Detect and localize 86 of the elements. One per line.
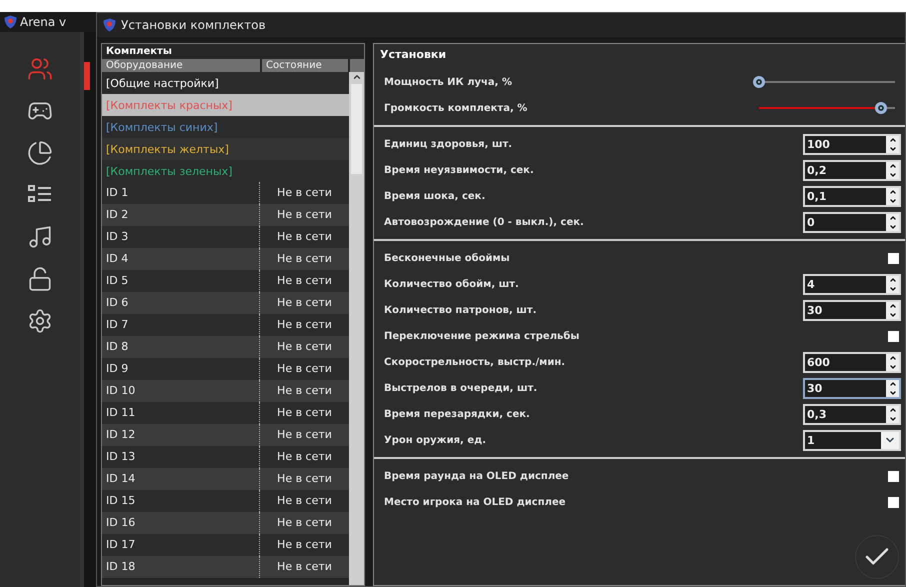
group-label: [Комплекты красных] — [106, 98, 232, 112]
table-cell-text: Не в сети — [276, 449, 333, 465]
setting-label: Бесконечные обоймы — [384, 252, 510, 264]
chevron-down-icon[interactable] — [881, 432, 899, 448]
spin-arrows-icon[interactable] — [886, 302, 899, 318]
unlocked-padlock-icon — [27, 266, 53, 292]
spin-box[interactable]: 30 — [803, 378, 901, 398]
accent-bar — [84, 62, 90, 90]
spin-box[interactable]: 0,3 — [803, 404, 901, 424]
music-icon — [27, 224, 53, 250]
group-label: [Комплекты синих] — [106, 120, 218, 134]
table-cell-text: Не в сети — [276, 427, 333, 443]
setting-label: Количество обойм, шт. — [384, 278, 519, 290]
slider-thumb[interactable] — [875, 102, 888, 114]
setting-label: Время перезарядки, сек. — [384, 408, 530, 420]
spin-arrows-icon[interactable] — [886, 162, 899, 178]
table-cell-text: Не в сети — [276, 251, 333, 267]
table-cell-text: Не в сети — [276, 361, 333, 377]
setting-label: Время неуязвимости, сек. — [384, 164, 534, 176]
setting-label: Громкость комплекта, % — [384, 102, 528, 114]
spin-box[interactable]: 30 — [803, 300, 901, 320]
table-cell-text: Не в сети — [276, 471, 333, 487]
table-cell-text: Не в сети — [276, 317, 333, 333]
table-cell-text: Не в сети — [276, 185, 333, 201]
spin-box[interactable]: 600 — [803, 352, 901, 372]
checkbox[interactable] — [888, 252, 899, 264]
scroll-up-icon[interactable] — [352, 72, 362, 82]
column-header[interactable]: Оборудование — [102, 59, 260, 72]
spin-arrows-icon[interactable] — [886, 188, 899, 204]
spin-box[interactable]: 100 — [803, 134, 901, 154]
column-header[interactable]: Состояние — [262, 59, 348, 72]
spin-box[interactable]: 4 — [803, 274, 901, 294]
group-row[interactable]: [Общие настройки] — [102, 72, 349, 94]
panel-title: Комплекты — [105, 45, 173, 59]
group-label: [Комплекты зеленых] — [106, 164, 232, 178]
table-cell-text: Не в сети — [276, 515, 333, 531]
group-label: [Комплекты желтых] — [106, 142, 229, 156]
table-cell-text: Не в сети — [276, 537, 333, 553]
spin-box[interactable]: 0 — [803, 212, 901, 232]
setting-label: Урон оружия, ед. — [384, 434, 486, 446]
dropdown[interactable]: 1 — [803, 430, 901, 450]
group-label: [Общие настройки] — [106, 76, 219, 90]
spin-arrows-icon[interactable] — [886, 380, 899, 396]
checkbox[interactable] — [888, 330, 899, 342]
spin-arrows-icon[interactable] — [886, 406, 899, 422]
setting-label: Автовозрождение (0 - выкл.), сек. — [384, 216, 584, 228]
settings-icon — [27, 308, 53, 334]
table-cell-text: Не в сети — [276, 229, 333, 245]
window-title: Arena v — [20, 15, 66, 29]
setting-label: Мощность ИК луча, % — [384, 76, 512, 88]
shield-icon — [4, 15, 17, 29]
table-cell-text: Не в сети — [276, 339, 333, 355]
table-cell-text: Не в сети — [276, 295, 333, 311]
table-cell-text: Не в сети — [276, 405, 333, 421]
shield-icon — [103, 18, 116, 32]
table-cell-text: Не в сети — [276, 383, 333, 399]
setting-label: Время шока, сек. — [384, 190, 486, 202]
setting-label: Время раунда на OLED дисплее — [384, 470, 569, 482]
dialog-title: Установки комплектов — [121, 18, 266, 32]
spin-arrows-icon[interactable] — [886, 214, 899, 230]
table-cell-text: Не в сети — [276, 273, 333, 289]
table-cell-text: Не в сети — [276, 493, 333, 509]
spin-arrows-icon[interactable] — [886, 354, 899, 370]
panel-title: Установки — [379, 48, 448, 63]
spin-arrows-icon[interactable] — [886, 136, 899, 152]
setting-label: Количество патронов, шт. — [384, 304, 537, 316]
group-row[interactable]: [Комплекты желтых] — [102, 138, 349, 160]
setting-label: Скорострельность, выстр./мин. — [384, 356, 566, 368]
checkbox[interactable] — [888, 470, 899, 482]
table-cell-text: Не в сети — [276, 207, 333, 223]
spin-arrows-icon[interactable] — [886, 276, 899, 292]
group-row[interactable]: [Комплекты зеленых] — [102, 160, 349, 182]
setting-label: Переключение режима стрельбы — [384, 330, 580, 342]
checkbox[interactable] — [888, 496, 899, 508]
table-cell: ID 18 — [102, 556, 260, 578]
setting-label: Единиц здоровья, шт. — [384, 138, 512, 150]
spin-box[interactable]: 0,2 — [803, 160, 901, 180]
table-cell-text: Не в сети — [276, 559, 333, 575]
slider-thumb[interactable] — [753, 76, 765, 88]
setting-label: Место игрока на OLED дисплее — [384, 496, 566, 508]
pie-chart-icon — [27, 140, 53, 166]
confirm-button[interactable] — [855, 535, 899, 579]
spin-box[interactable]: 0,1 — [803, 186, 901, 206]
users-icon — [27, 56, 53, 82]
group-row[interactable]: [Комплекты синих] — [102, 116, 349, 138]
setting-label: Выстрелов в очереди, шт. — [384, 382, 538, 394]
